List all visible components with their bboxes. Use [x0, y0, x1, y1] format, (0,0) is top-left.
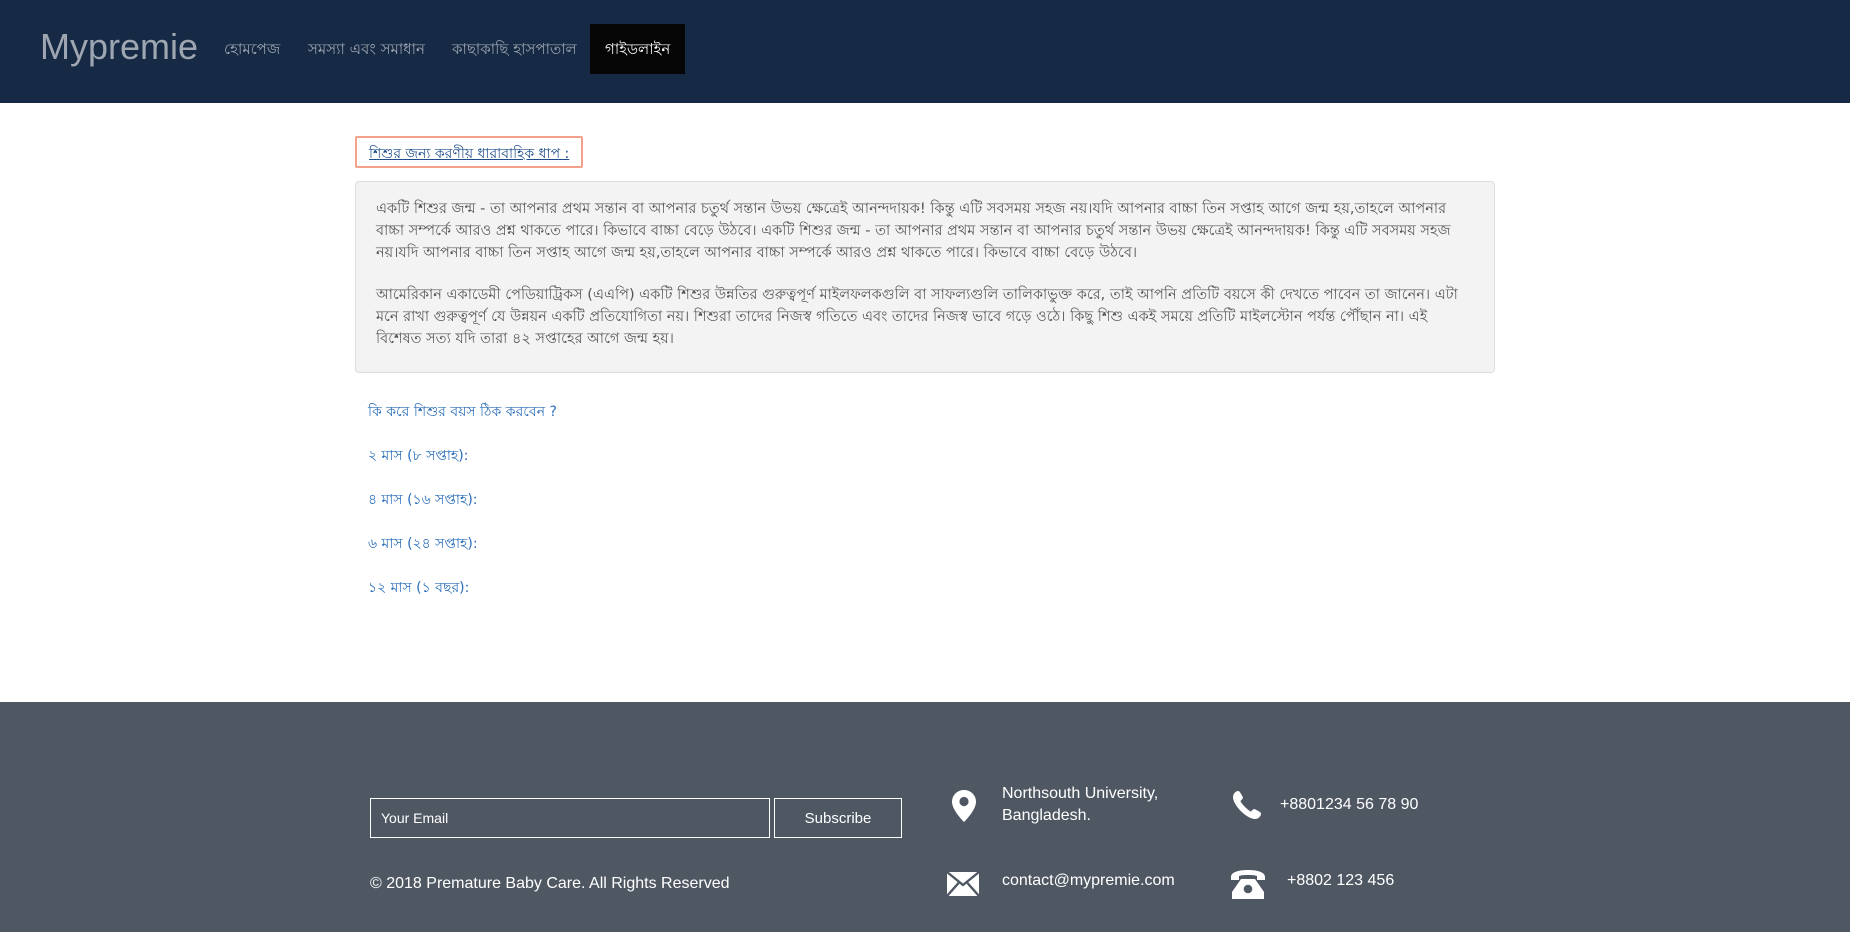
phone-icon [1233, 791, 1261, 819]
subscribe-button[interactable]: Subscribe [774, 798, 902, 838]
nav-item-problems-solutions[interactable]: সমস্যা এবং সমাধান [308, 24, 425, 74]
brand-logo[interactable]: Mypremie [40, 26, 198, 68]
copyright-text: © 2018 Premature Baby Care. All Rights R… [370, 875, 730, 892]
contact-email[interactable]: contact@mypremie.com [1002, 870, 1175, 892]
email-input[interactable] [370, 798, 770, 838]
section-title[interactable]: শিশুর জন্য করণীয় ধারাবাহিক ধাপ : [355, 136, 584, 168]
link-4-months[interactable]: ৪ মাস (১৬ সপ্তাহ): [368, 488, 478, 512]
nav-item-nearby-hospitals[interactable]: কাছাকাছি হাসপাতাল [452, 24, 577, 74]
link-determine-baby-age[interactable]: কি করে শিশুর বয়স ঠিক করবেন ? [368, 400, 557, 424]
address-line-2: Bangladesh. [1002, 807, 1091, 824]
navbar: Mypremie হোমপেজ সমস্যা এবং সমাধান কাছাকা… [0, 0, 1850, 103]
link-2-months[interactable]: ২ মাস (৮ সপ্তাহ): [368, 444, 468, 468]
intro-paragraph-1: একটি শিশুর জন্ম - তা আপনার প্রথম সন্তান … [376, 201, 1451, 261]
address-line-1: Northsouth University, [1002, 785, 1159, 802]
footer [0, 702, 1850, 932]
map-pin-icon [952, 790, 976, 822]
phone-mobile: +8801234 56 78 90 [1280, 796, 1419, 813]
intro-box: একটি শিশুর জন্ম - তা আপনার প্রথম সন্তান … [355, 181, 1495, 373]
envelope-icon [946, 871, 980, 897]
nav-item-guideline[interactable]: গাইডলাইন [590, 24, 686, 74]
intro-paragraph-2: আমেরিকান একাডেমী পেডিয়াট্রিকস (এএপি) এক… [376, 287, 1458, 347]
link-12-months[interactable]: ১২ মাস (১ বছর): [368, 576, 469, 600]
phone-landline: +8802 123 456 [1287, 872, 1395, 889]
nav-item-home[interactable]: হোমপেজ [224, 24, 280, 74]
telephone-icon [1231, 870, 1265, 899]
link-6-months[interactable]: ৬ মাস (২৪ সপ্তাহ): [368, 532, 478, 556]
